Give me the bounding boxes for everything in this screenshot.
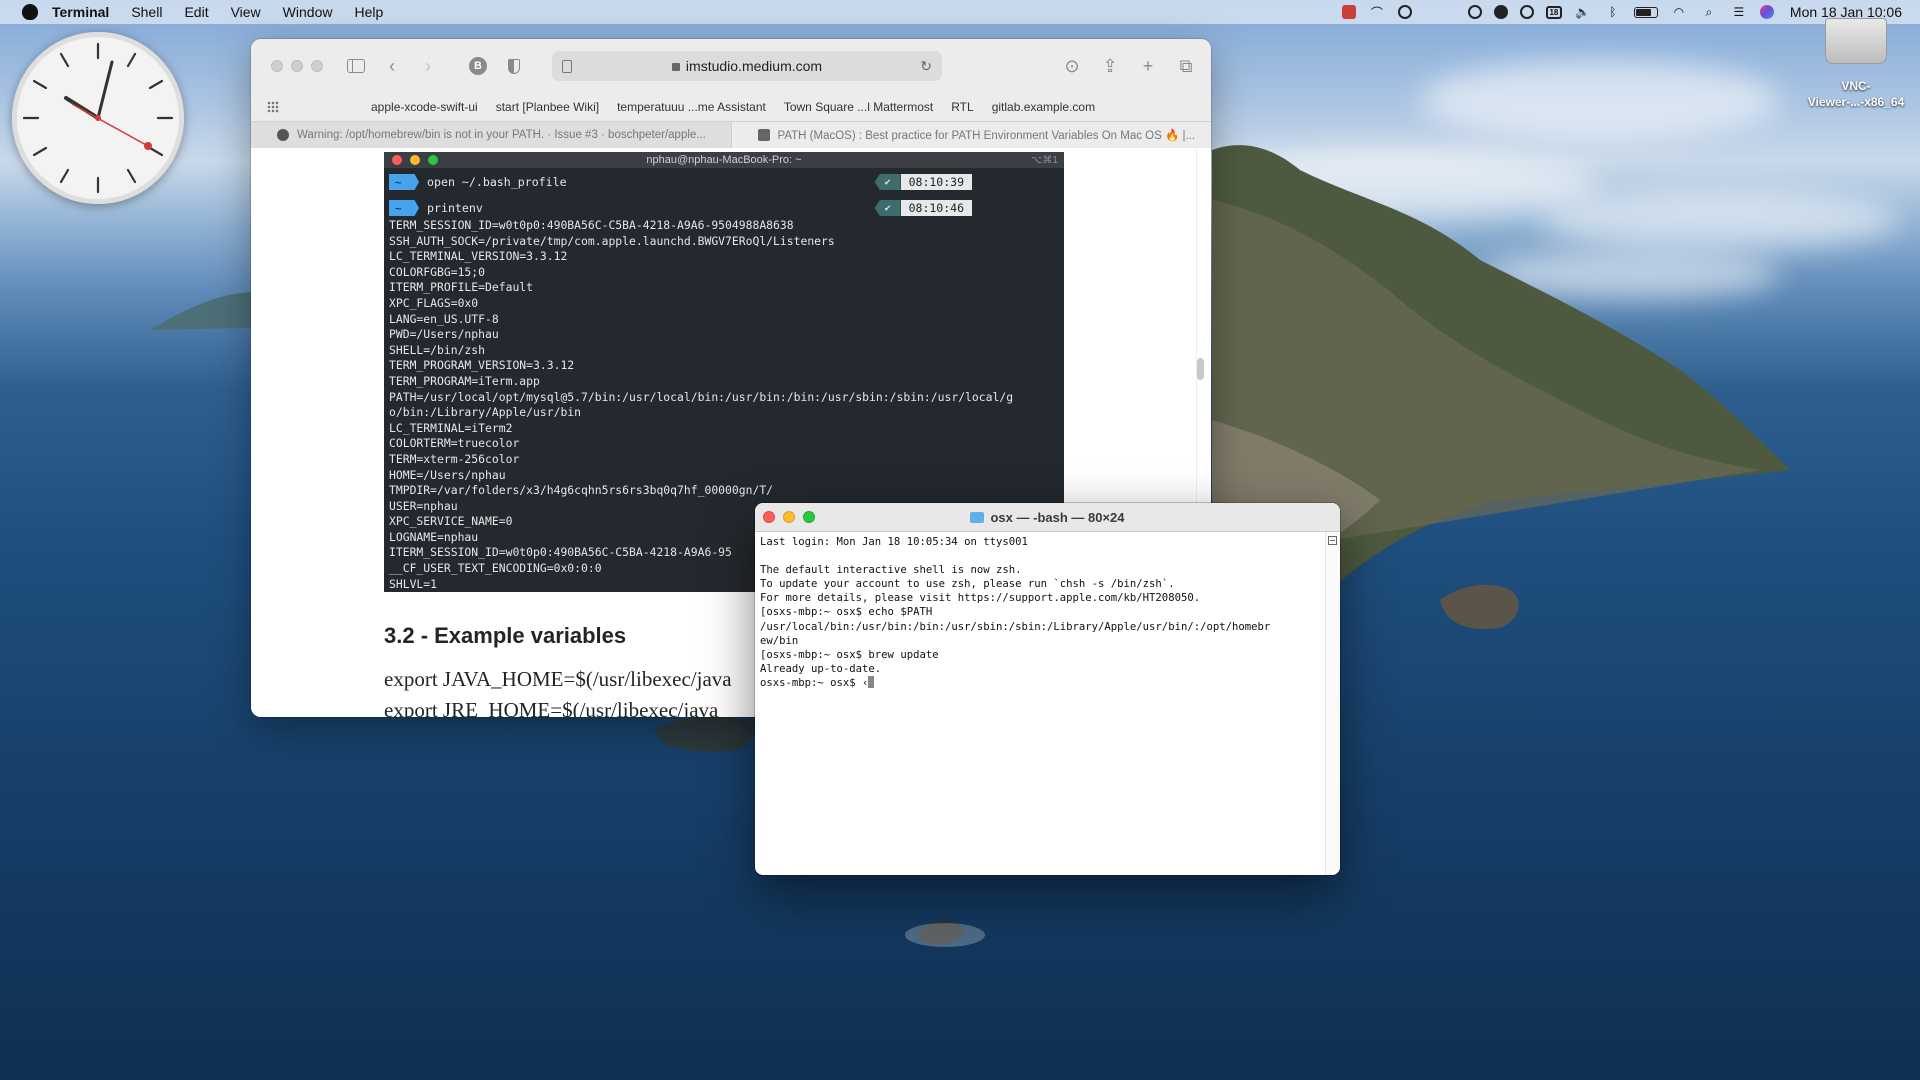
terminal-output: Last login: Mon Jan 18 10:05:34 on ttys0… [760,535,1321,690]
zoom-button[interactable] [803,511,815,523]
tab-bar: Warning: /opt/homebrew/bin is not in you… [251,121,1211,149]
screenshot-titlebar: nphau@nphau-MacBook-Pro: ~ ⌥⌘1 [384,152,1064,168]
terminal-text: Last login: Mon Jan 18 10:05:34 on ttys0… [760,536,1271,689]
downloads-icon[interactable]: ⊙ [1061,55,1083,77]
disk-label-line1: VNC- [1841,79,1871,93]
toolbar-right: ⊙ ⇪ + ⧉ [1045,55,1197,77]
disk-label: VNC- Viewer-...-x86_64 [1806,78,1906,110]
article-heading: 3.2 - Example variables [384,623,627,648]
vnc-disk-icon[interactable]: VNC- Viewer-...-x86_64 [1806,18,1906,110]
text-cursor [868,675,875,688]
bookmarks-bar: apple-xcode-swift-ui start [Planbee Wiki… [251,93,1211,121]
tab-github-issue[interactable]: Warning: /opt/homebrew/bin is not in you… [251,122,731,148]
screenshot-shortcut: ⌥⌘1 [1030,154,1058,166]
privacy-shield-icon[interactable] [503,55,525,77]
extension-icon[interactable]: B [467,55,489,77]
tab-title: Warning: /opt/homebrew/bin is not in you… [297,129,706,141]
disk-drive-icon [1825,18,1887,64]
bluetooth-icon[interactable]: ᛒ [1604,5,1622,19]
calendar-icon[interactable]: 18 [1545,5,1562,19]
terminal-titlebar[interactable]: osx — -bash — 80×24 [755,503,1340,532]
bookmark-item[interactable]: temperatuuu ...me Assistant [617,100,766,114]
screenshot-command: open ~/.bash_profile [427,175,567,189]
article-paragraph-2: export JRE_HOME=$(/usr/libexec/java [384,698,719,717]
article-paragraph: export JAVA_HOME=$(/usr/libexec/java [384,667,732,691]
timestamp-text: 08:10:46 [900,200,972,216]
apple-logo-icon[interactable] [22,4,38,20]
close-button[interactable] [271,60,283,72]
bookmark-item[interactable]: start [Planbee Wiki] [496,100,599,114]
window-controls [763,511,823,523]
menu-help[interactable]: Help [354,4,383,20]
terminal-content[interactable]: Last login: Mon Jan 18 10:05:34 on ttys0… [755,532,1326,875]
red-app-icon[interactable] [1341,5,1356,19]
arc-icon[interactable]: ⌒ [1368,5,1386,20]
vnc-icon[interactable] [1467,5,1482,19]
prompt-arrow-icon: ~ [389,200,419,216]
menu-shell[interactable]: Shell [131,4,162,20]
check-icon: ✔ [874,174,901,190]
zoom-button[interactable] [311,60,323,72]
menu-edit[interactable]: Edit [184,4,208,20]
tab-medium-article[interactable]: PATH (MacOS) : Best practice for PATH En… [730,122,1211,148]
terminal-title: osx — -bash — 80×24 [990,509,1125,525]
disk-label-line2: Viewer-...-x86_64 [1807,95,1905,109]
terminal-scrollbar[interactable] [1325,532,1340,875]
search-icon[interactable]: ⌕ [1700,5,1718,19]
lock-icon [671,63,680,71]
moon-icon[interactable] [1493,5,1508,19]
control-center-icon[interactable]: ☰ [1730,5,1748,19]
power-icon[interactable] [1397,5,1412,19]
menu-app-terminal[interactable]: Terminal [52,4,109,20]
clock-widget[interactable] [12,32,184,204]
screenshot-prompt: ~ printenv ✔ 08:10:46 [384,198,1064,218]
url-text: imstudio.medium.com [685,58,823,74]
page-scrollbar[interactable] [1197,358,1204,380]
screenshot-prompt: ~ open ~/.bash_profile ✔ 08:10:39 [384,172,1064,192]
window-controls [271,60,331,72]
bookmark-item[interactable]: Town Square ...l Mattermost [784,100,933,114]
minimize-button[interactable] [783,511,795,523]
screenshot-command: printenv [427,201,483,215]
screenshot-window-controls [392,155,446,165]
medium-icon [757,129,770,141]
folder-icon [970,511,985,523]
siri-icon[interactable] [1759,5,1774,19]
battery-icon[interactable] [1633,6,1658,18]
creative-cloud-icon[interactable] [1519,5,1534,19]
favorites-grid-icon[interactable] [267,101,279,113]
close-button[interactable] [763,511,775,523]
wifi-icon[interactable]: ◠ [1670,5,1688,19]
page-icon [562,59,572,73]
new-tab-icon[interactable]: + [1137,55,1159,77]
bookmark-item[interactable]: apple-xcode-swift-ui [371,100,478,114]
screenshot-timestamp: ✔ 08:10:46 [874,200,972,216]
screenshot-title: nphau@nphau-MacBook-Pro: ~ [646,154,802,166]
tab-title: PATH (MacOS) : Best practice for PATH En… [777,130,1196,142]
volume-icon[interactable]: 🔈 [1574,5,1592,19]
forward-icon[interactable]: › [417,55,439,77]
terminal-window: osx — -bash — 80×24 Last login: Mon Jan … [755,503,1340,875]
share-icon[interactable]: ⇪ [1099,55,1121,77]
bookmark-item[interactable]: gitlab.example.com [992,100,1095,114]
split-pane-icon[interactable] [1328,536,1337,545]
timestamp-text: 08:10:39 [900,174,972,190]
menu-bar: Terminal Shell Edit View Window Help ⌒ 1… [0,0,1920,24]
prompt-arrow-icon: ~ [389,174,419,190]
reload-icon[interactable]: ↻ [920,58,932,75]
clock-face-icon [22,42,174,194]
safari-toolbar: ‹ › B imstudio.medium.com ↻ ⊙ ⇪ + ⧉ [251,39,1211,93]
menu-window[interactable]: Window [283,4,333,20]
tab-overview-icon[interactable]: ⧉ [1175,55,1197,77]
address-bar[interactable]: imstudio.medium.com ↻ [552,51,942,81]
bookmark-item[interactable]: RTL [951,100,973,114]
minimize-button[interactable] [291,60,303,72]
screenshot-timestamp: ✔ 08:10:39 [874,174,972,190]
github-icon [277,129,289,141]
sidebar-toggle-icon[interactable] [345,55,367,77]
menu-view[interactable]: View [231,4,261,20]
check-icon: ✔ [874,200,901,216]
back-icon[interactable]: ‹ [381,55,403,77]
